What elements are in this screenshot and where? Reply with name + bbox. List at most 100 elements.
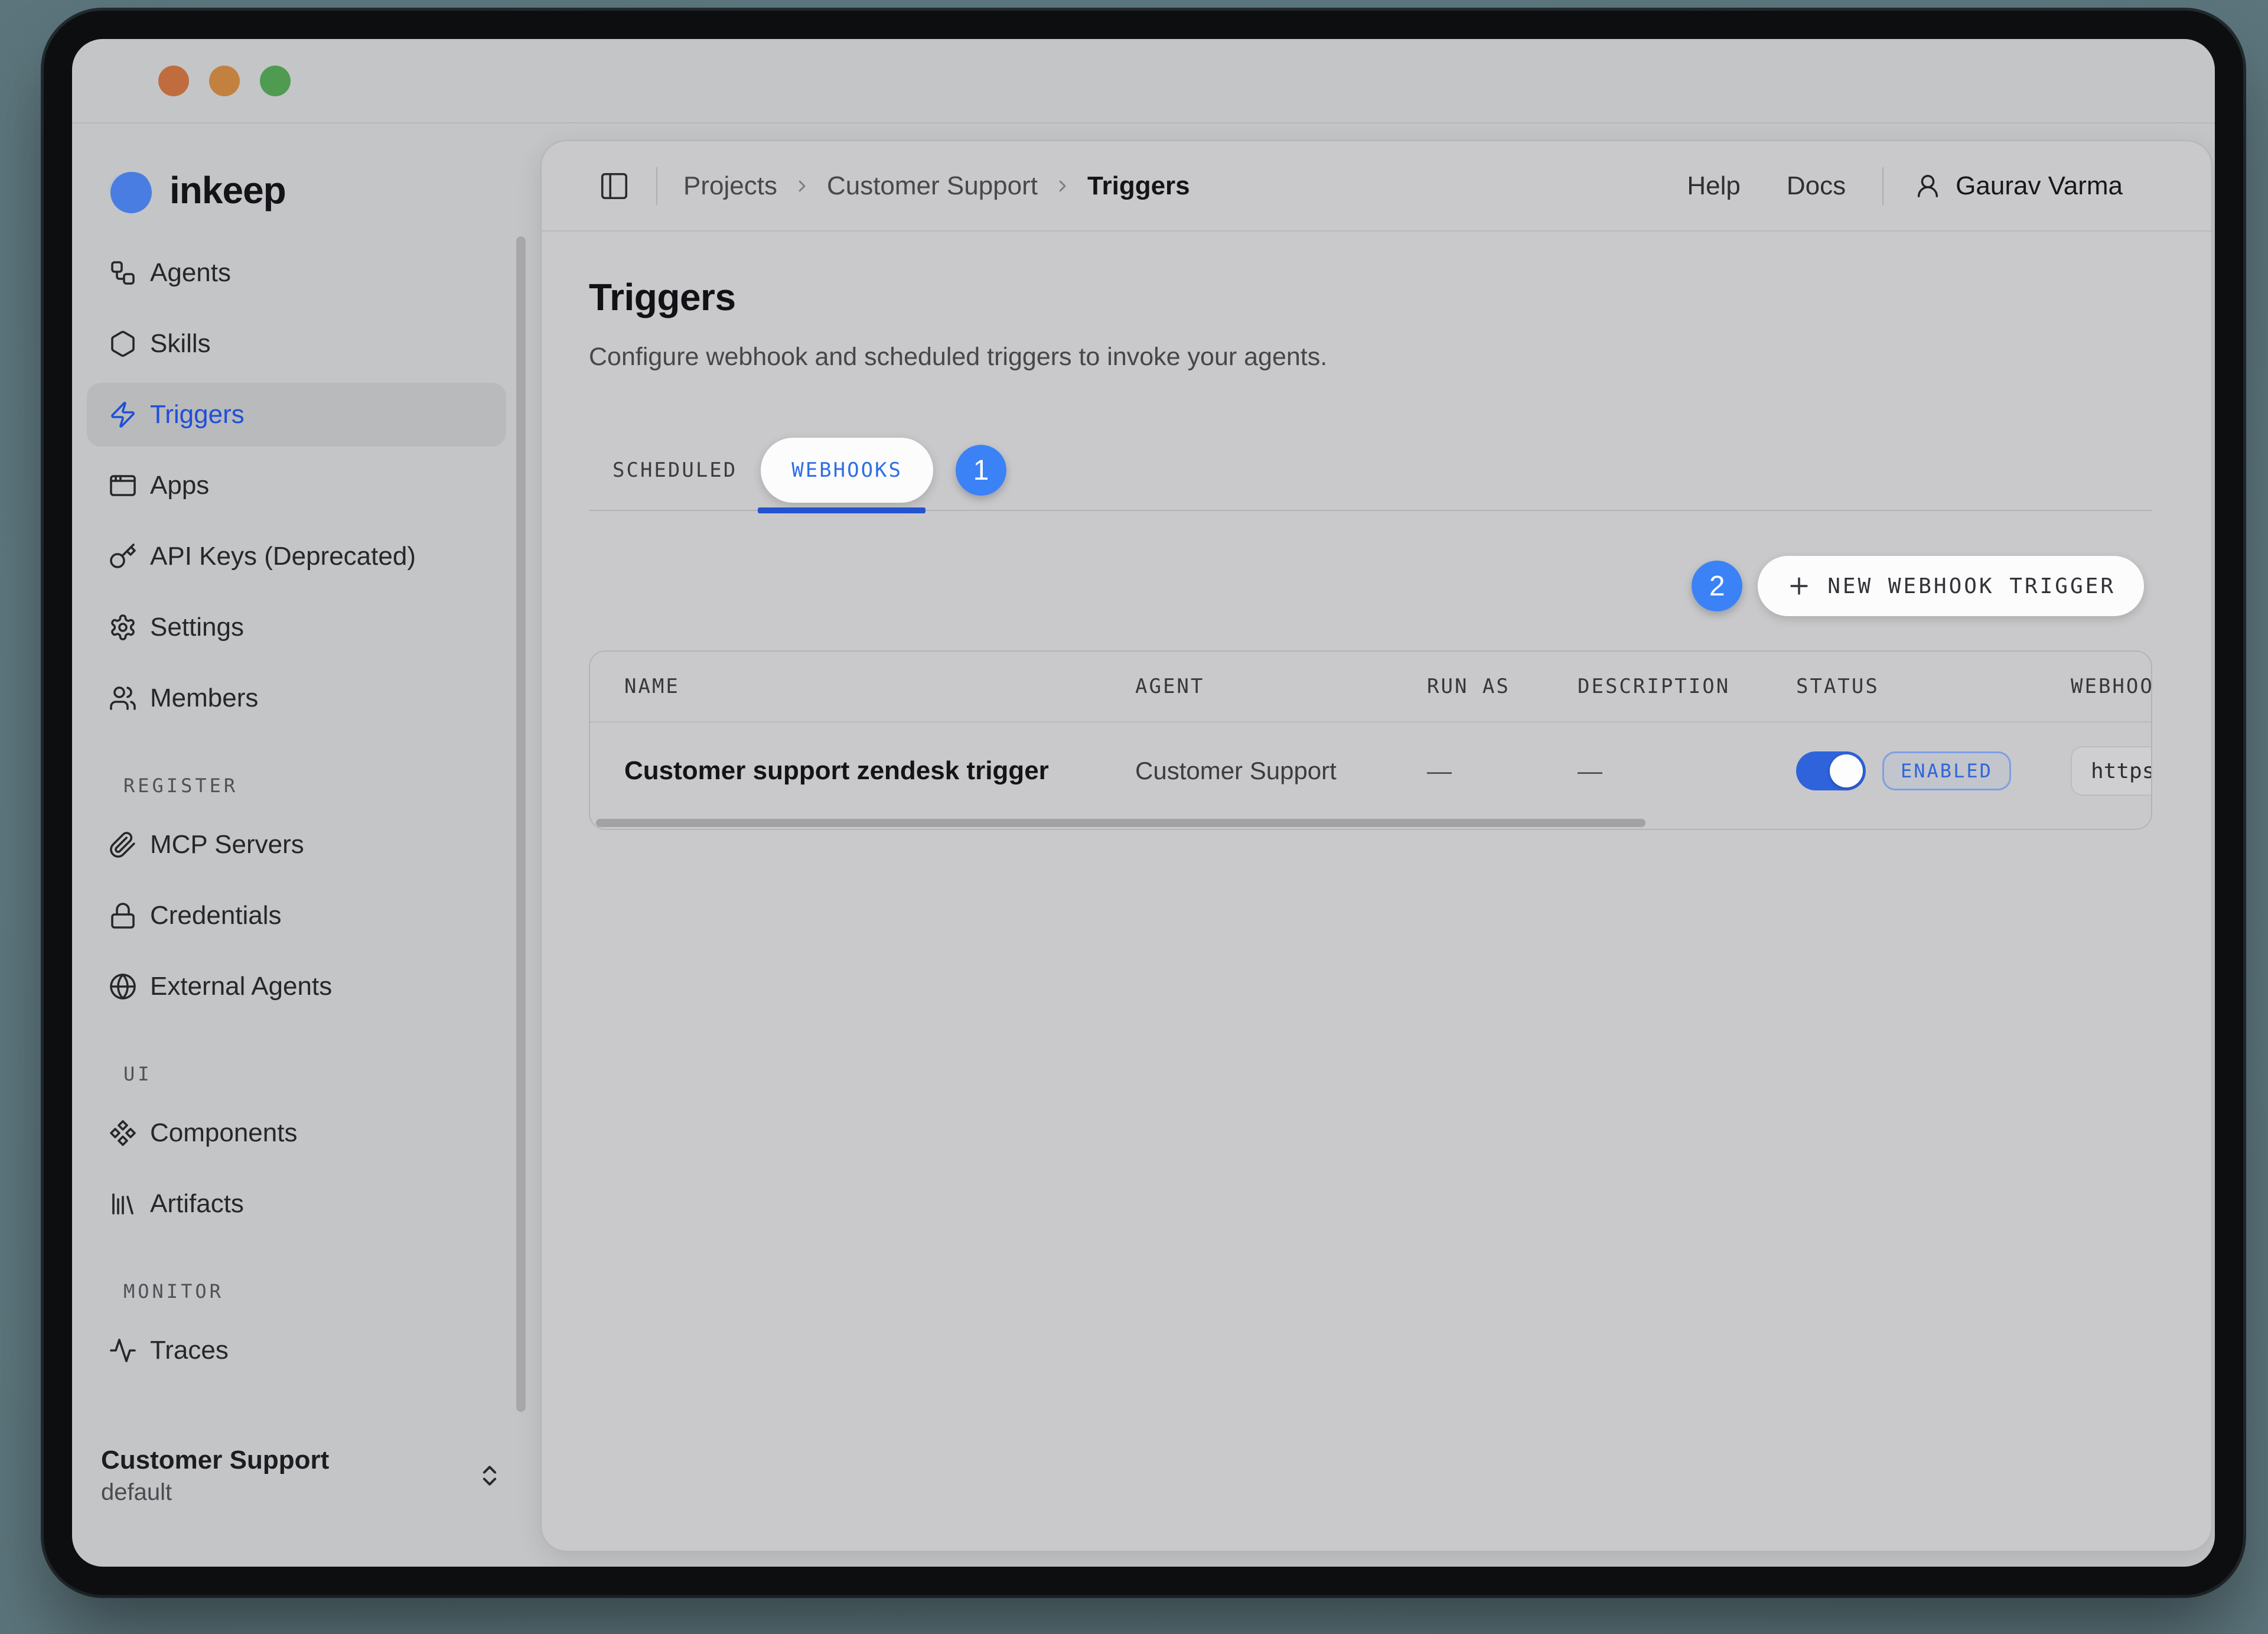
hexagon-icon	[109, 330, 137, 358]
table-horizontal-scrollbar[interactable]	[590, 819, 2151, 829]
annotation-badge-2: 2	[1692, 561, 1742, 611]
sidebar-item-label: Agents	[150, 258, 231, 288]
inkeep-logo-icon	[101, 162, 158, 219]
table-row[interactable]: Customer support zendesk trigger Custome…	[590, 722, 2151, 819]
sidebar-item-agents[interactable]: Agents	[87, 241, 506, 305]
page-title: Triggers	[589, 275, 2152, 319]
sidebar-item-label: Members	[150, 683, 258, 713]
column-header-agent: AGENT	[1135, 675, 1427, 698]
cell-webhook-url: https	[2071, 746, 2152, 796]
status-toggle[interactable]	[1796, 751, 1866, 790]
breadcrumb: Projects Customer Support Triggers	[683, 171, 1190, 201]
user-menu[interactable]: Gaurav Varma	[1914, 171, 2123, 201]
header-divider	[1882, 167, 1884, 205]
cell-description: —	[1578, 757, 1796, 785]
annotation-badge-1: 1	[956, 445, 1006, 496]
header-actions: Help Docs Gaurav Varma	[1641, 167, 2123, 205]
sidebar: inkeep Agents Skills Triggers Apps	[72, 125, 540, 1567]
header-divider	[656, 167, 657, 205]
webhook-url-chip[interactable]: https	[2071, 746, 2152, 796]
activity-icon	[109, 1336, 137, 1365]
sidebar-item-label: API Keys (Deprecated)	[150, 542, 416, 571]
column-header-description: DESCRIPTION	[1578, 675, 1796, 698]
sidebar-item-apps[interactable]: Apps	[87, 454, 506, 517]
window-titlebar	[72, 39, 2215, 123]
new-webhook-trigger-button[interactable]: NEW WEBHOOK TRIGGER	[1758, 556, 2144, 616]
sidebar-item-label: Components	[150, 1118, 297, 1148]
sidebar-item-label: Settings	[150, 613, 244, 642]
tab-webhooks[interactable]: WEBHOOKS	[761, 438, 933, 503]
page-description: Configure webhook and scheduled triggers…	[589, 343, 2152, 372]
column-header-name: NAME	[624, 675, 1135, 698]
sidebar-item-triggers[interactable]: Triggers	[87, 383, 506, 447]
sidebar-item-label: Apps	[150, 471, 209, 500]
sidebar-item-skills[interactable]: Skills	[87, 312, 506, 376]
app-window: inkeep Agents Skills Triggers Apps	[72, 39, 2215, 1567]
sidebar-item-members[interactable]: Members	[87, 666, 506, 730]
sidebar-item-label: External Agents	[150, 972, 332, 1001]
app-window-icon	[109, 471, 137, 500]
table-actions: 2 NEW WEBHOOK TRIGGER	[589, 556, 2152, 616]
component-icon	[109, 1119, 137, 1147]
user-name: Gaurav Varma	[1956, 171, 2123, 201]
project-switcher[interactable]: Customer Support default	[72, 1444, 540, 1567]
chevron-right-icon	[1053, 177, 1072, 196]
traffic-light-close[interactable]	[158, 66, 189, 96]
workflow-icon	[109, 259, 137, 287]
sidebar-item-label: Traces	[150, 1336, 229, 1365]
sidebar-scrollbar[interactable]	[516, 236, 526, 1412]
cell-trigger-name: Customer support zendesk trigger	[624, 756, 1135, 786]
sidebar-section-register: REGISTER	[123, 774, 540, 798]
sidebar-item-label: Credentials	[150, 901, 282, 930]
active-tab-indicator	[758, 507, 926, 513]
library-icon	[109, 1190, 137, 1218]
project-name: Customer Support	[101, 1444, 329, 1477]
chevron-right-icon	[793, 177, 812, 196]
logo-wordmark: inkeep	[170, 168, 286, 212]
cell-status: ENABLED	[1796, 751, 2071, 790]
help-link[interactable]: Help	[1687, 171, 1741, 201]
traffic-light-zoom[interactable]	[260, 66, 291, 96]
toggle-knob	[1830, 754, 1863, 787]
project-environment: default	[101, 1477, 329, 1508]
cell-run-as: —	[1427, 757, 1578, 785]
main-panel: Projects Customer Support Triggers Help …	[540, 140, 2212, 1552]
breadcrumb-projects[interactable]: Projects	[683, 171, 777, 201]
sidebar-item-external-agents[interactable]: External Agents	[87, 955, 506, 1018]
sidebar-section-monitor: MONITOR	[123, 1280, 540, 1303]
sidebar-item-traces[interactable]: Traces	[87, 1319, 506, 1382]
gear-icon	[109, 613, 137, 642]
column-header-status: STATUS	[1796, 675, 2071, 698]
status-badge: ENABLED	[1882, 751, 2011, 790]
lock-icon	[109, 901, 137, 930]
tabs: SCHEDULED WEBHOOKS 1	[589, 438, 2152, 503]
sidebar-section-ui: UI	[123, 1062, 540, 1086]
table-header-row: NAME AGENT RUN AS DESCRIPTION STATUS WEB…	[590, 652, 2151, 722]
paperclip-icon	[109, 831, 137, 859]
column-header-run-as: RUN AS	[1427, 675, 1578, 698]
sidebar-item-label: Skills	[150, 329, 211, 359]
sidebar-item-settings[interactable]: Settings	[87, 595, 506, 659]
zap-icon	[109, 401, 137, 429]
tab-scheduled[interactable]: SCHEDULED	[589, 458, 761, 482]
sidebar-item-components[interactable]: Components	[87, 1101, 506, 1165]
sidebar-item-mcp-servers[interactable]: MCP Servers	[87, 813, 506, 877]
sidebar-item-label: MCP Servers	[150, 830, 304, 860]
docs-link[interactable]: Docs	[1787, 171, 1846, 201]
breadcrumb-customer-support[interactable]: Customer Support	[827, 171, 1038, 201]
sidebar-item-api-keys[interactable]: API Keys (Deprecated)	[87, 525, 506, 588]
panel-left-toggle-icon[interactable]	[598, 170, 630, 202]
sidebar-item-artifacts[interactable]: Artifacts	[87, 1172, 506, 1236]
plus-icon	[1786, 573, 1812, 599]
traffic-light-minimize[interactable]	[209, 66, 240, 96]
user-icon	[1914, 172, 1941, 200]
inkeep-logo: inkeep	[101, 162, 540, 219]
cell-agent: Customer Support	[1135, 757, 1427, 785]
sidebar-item-label: Artifacts	[150, 1189, 244, 1219]
sidebar-nav: Agents Skills Triggers Apps API Keys (De…	[72, 241, 540, 1389]
globe-icon	[109, 972, 137, 1001]
chevrons-up-down-icon	[477, 1463, 503, 1489]
scrollbar-thumb[interactable]	[596, 819, 1645, 827]
column-header-webhook: WEBHOO	[2071, 675, 2152, 698]
sidebar-item-credentials[interactable]: Credentials	[87, 884, 506, 948]
